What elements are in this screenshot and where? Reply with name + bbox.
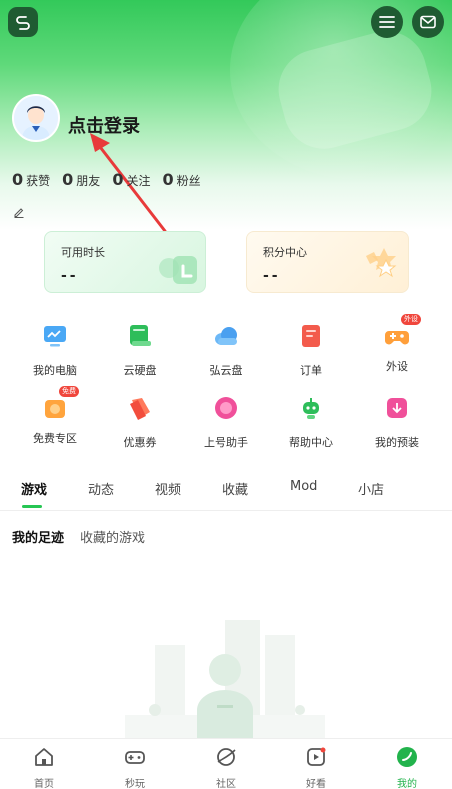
computer-icon xyxy=(44,326,66,347)
stat-friends[interactable]: 0 朋友 xyxy=(62,170,100,189)
stat-likes[interactable]: 0 获赞 xyxy=(12,170,50,189)
tab-activity[interactable]: 动态 xyxy=(88,479,114,498)
grid-label: 外设 xyxy=(386,360,408,373)
grid-item-help-center[interactable]: 帮助中心 xyxy=(268,394,354,450)
grid-item-my-preinstall[interactable]: 我的预装 xyxy=(354,394,440,450)
bottom-navigation: 首页 秒玩 社区 好看 我的 xyxy=(0,738,452,789)
stat-value: 0 xyxy=(112,170,124,189)
tab-favorites[interactable]: 收藏 xyxy=(222,479,248,498)
badge: 外设 xyxy=(401,314,421,325)
free-zone-icon-wrap: 免费 xyxy=(41,386,79,422)
points-center-card[interactable]: 积分中心 -- xyxy=(246,231,409,293)
nav-watch[interactable]: 好看 xyxy=(286,745,346,789)
cloud-icon xyxy=(215,327,237,345)
switch-icon xyxy=(16,16,30,30)
stat-value: 0 xyxy=(62,170,74,189)
active-tab-indicator xyxy=(22,505,42,508)
grid-label: 上号助手 xyxy=(204,436,248,449)
mail-icon xyxy=(420,15,436,29)
subtab-footprints[interactable]: 我的足迹 xyxy=(12,527,64,546)
nav-label: 秒玩 xyxy=(125,779,145,789)
nav-instant-play[interactable]: 秒玩 xyxy=(105,745,165,789)
gamepad-icon xyxy=(385,331,409,345)
tab-mod[interactable]: Mod xyxy=(290,479,317,494)
nav-label: 社区 xyxy=(216,779,236,789)
clock-icon xyxy=(159,256,197,284)
community-icon xyxy=(217,748,236,766)
free-zone-icon xyxy=(45,400,65,418)
grid-label: 订单 xyxy=(300,364,322,377)
grid-item-free-zone[interactable]: 免费 免费专区 xyxy=(12,386,98,446)
grid-item-coupons[interactable]: 优惠券 xyxy=(97,394,183,450)
grid-label: 我的电脑 xyxy=(33,364,77,377)
badge: 免费 xyxy=(59,386,79,397)
cloud-disk-icon xyxy=(130,325,151,346)
subtab-favorite-games[interactable]: 收藏的游戏 xyxy=(80,527,145,546)
star-icon xyxy=(366,248,397,278)
grid-label: 优惠券 xyxy=(123,436,157,449)
grid-label: 帮助中心 xyxy=(289,436,333,449)
nav-community[interactable]: 社区 xyxy=(196,745,256,789)
grid-item-cloud-disk[interactable]: 云硬盘 xyxy=(97,322,183,378)
grid-label: 免费专区 xyxy=(33,432,77,445)
grid-item-my-computer[interactable]: 我的电脑 xyxy=(12,322,98,378)
tab-games[interactable]: 游戏 xyxy=(21,479,47,498)
grid-item-hong-cloud[interactable]: 弘云盘 xyxy=(183,322,269,378)
sub-tabs: 我的足迹 收藏的游戏 xyxy=(12,527,145,546)
stat-label: 粉丝 xyxy=(176,174,201,188)
order-icon xyxy=(302,325,320,347)
content-tabs: 游戏 动态 视频 收藏 Mod 小店 xyxy=(0,475,452,511)
login-helper-icon xyxy=(215,397,237,419)
stat-label: 朋友 xyxy=(76,174,101,188)
nav-me[interactable]: 我的 xyxy=(377,745,437,789)
nav-label: 首页 xyxy=(34,779,54,789)
nav-home[interactable]: 首页 xyxy=(14,745,74,789)
empty-state-illustration xyxy=(125,620,325,740)
stat-value: 0 xyxy=(162,170,174,189)
tab-shop[interactable]: 小店 xyxy=(358,479,384,498)
stat-label: 关注 xyxy=(126,174,151,188)
stat-value: 0 xyxy=(12,170,24,189)
nav-label: 我的 xyxy=(397,779,417,789)
tab-videos[interactable]: 视频 xyxy=(155,479,181,498)
grid-item-login-helper[interactable]: 上号助手 xyxy=(183,394,269,450)
menu-button[interactable] xyxy=(371,6,403,38)
video-icon xyxy=(307,747,326,766)
login-prompt[interactable]: 点击登录 xyxy=(68,112,140,138)
edit-icon[interactable] xyxy=(13,206,25,218)
coupon-icon xyxy=(130,398,150,420)
available-time-card[interactable]: 可用时长 -- xyxy=(44,231,206,293)
profile-icon xyxy=(397,747,417,767)
stat-followers[interactable]: 0 粉丝 xyxy=(162,170,200,189)
gamepad-icon-wrap: 外设 xyxy=(383,314,421,350)
nav-label: 好看 xyxy=(306,779,326,789)
stat-following[interactable]: 0 关注 xyxy=(112,170,150,189)
avatar-icon xyxy=(14,96,58,140)
stat-label: 获赞 xyxy=(26,174,51,188)
stats-row: 0 获赞 0 朋友 0 关注 0 粉丝 xyxy=(12,170,213,189)
grid-item-peripherals[interactable]: 外设 外设 xyxy=(354,314,440,374)
grid-label: 云硬盘 xyxy=(123,364,157,377)
home-icon xyxy=(35,748,53,766)
gamepad-icon xyxy=(125,751,145,764)
preinstall-icon xyxy=(387,398,407,418)
grid-item-orders[interactable]: 订单 xyxy=(268,322,354,378)
grid-label: 我的预装 xyxy=(375,436,419,449)
grid-label: 弘云盘 xyxy=(209,364,243,377)
robot-icon xyxy=(303,398,319,419)
message-button[interactable] xyxy=(412,6,444,38)
scan-button[interactable] xyxy=(8,7,38,37)
avatar[interactable] xyxy=(12,94,60,142)
menu-icon xyxy=(379,16,395,28)
